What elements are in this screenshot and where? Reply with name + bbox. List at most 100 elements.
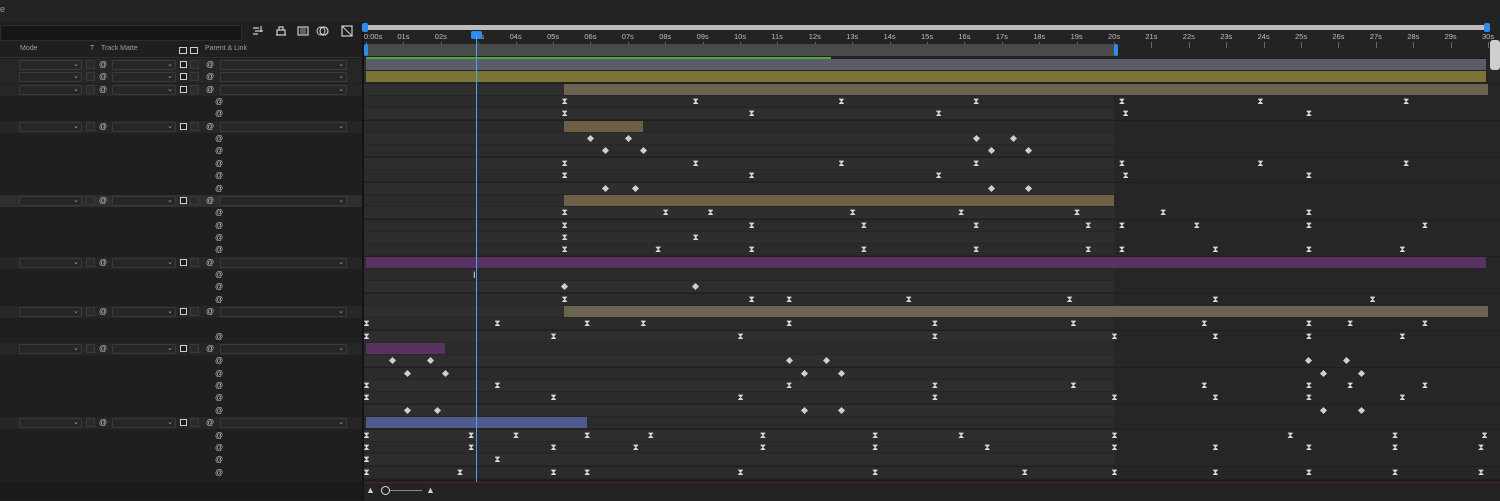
property-pickwhip-icon[interactable]: @ [215, 381, 224, 390]
property-pickwhip-icon[interactable]: @ [215, 393, 224, 402]
linear-keyframe-icon[interactable] [561, 283, 569, 291]
easy-ease-keyframe-icon[interactable]: ⧗ [1159, 207, 1168, 218]
timeline-track[interactable]: ⧗ ⧗ ⧗ ⧗ ⧗ ⧗ ⧗ [364, 157, 1500, 170]
timeline-track[interactable] [364, 83, 1500, 96]
easy-ease-keyframe-icon[interactable]: ⧗ [631, 442, 640, 453]
easy-ease-keyframe-icon[interactable]: ⧗ [1304, 380, 1313, 391]
easy-ease-keyframe-icon[interactable]: ⧗ [583, 467, 592, 478]
easy-ease-keyframe-icon[interactable]: ⧗ [1304, 442, 1313, 453]
matte-pickwhip-icon[interactable]: @ [99, 122, 108, 131]
easy-ease-keyframe-icon[interactable]: ⧗ [646, 430, 655, 441]
blend-mode-dropdown[interactable]: ⌄ [19, 257, 82, 268]
adjustment-layer-checkbox[interactable] [180, 345, 187, 353]
timeline-track[interactable] [364, 120, 1500, 133]
easy-ease-keyframe-icon[interactable]: ⧗ [972, 244, 981, 255]
linear-keyframe-icon[interactable] [972, 135, 980, 143]
easy-ease-keyframe-icon[interactable]: ⧗ [362, 454, 371, 465]
easy-ease-keyframe-icon[interactable]: ⧗ [560, 244, 569, 255]
easy-ease-keyframe-icon[interactable]: ⧗ [1420, 318, 1429, 329]
3d-layer-toggle[interactable] [190, 195, 199, 205]
parent-link-dropdown[interactable]: ⌄ [220, 121, 347, 132]
easy-ease-keyframe-icon[interactable]: ⧗ [1110, 430, 1119, 441]
track-matte-dropdown[interactable]: ⌄ [112, 195, 176, 206]
parent-pickwhip-icon[interactable]: @ [206, 85, 215, 94]
layer-search-input[interactable] [0, 25, 242, 41]
easy-ease-keyframe-icon[interactable]: ⧗ [1192, 220, 1201, 231]
adjustment-layer-checkbox[interactable] [180, 61, 187, 68]
easy-ease-keyframe-icon[interactable]: ⧗ [583, 318, 592, 329]
easy-ease-keyframe-icon[interactable]: ⧗ [1211, 467, 1220, 478]
column-header-mode[interactable]: Mode [20, 45, 38, 57]
easy-ease-keyframe-icon[interactable]: ⧗ [1211, 442, 1220, 453]
easy-ease-keyframe-icon[interactable]: ⧗ [560, 294, 569, 305]
easy-ease-keyframe-icon[interactable]: ⧗ [1402, 96, 1411, 107]
easy-ease-keyframe-icon[interactable]: ⧗ [1069, 380, 1078, 391]
parent-pickwhip-icon[interactable]: @ [206, 258, 215, 267]
timeline-track[interactable] [364, 268, 1500, 281]
timeline-track[interactable] [364, 355, 1500, 368]
easy-ease-keyframe-icon[interactable]: ⧗ [1211, 331, 1220, 342]
parent-pickwhip-icon[interactable]: @ [206, 72, 215, 81]
easy-ease-keyframe-icon[interactable]: ⧗ [1391, 467, 1400, 478]
property-pickwhip-icon[interactable]: @ [215, 369, 224, 378]
property-pickwhip-icon[interactable]: @ [215, 134, 224, 143]
layer-duration-bar[interactable] [564, 83, 1488, 95]
easy-ease-keyframe-icon[interactable]: ⧗ [467, 430, 476, 441]
timeline-track[interactable] [364, 281, 1500, 294]
easy-ease-keyframe-icon[interactable]: ⧗ [1477, 442, 1486, 453]
easy-ease-keyframe-icon[interactable]: ⧗ [1391, 442, 1400, 453]
adjustment-layer-checkbox[interactable] [180, 308, 187, 315]
track-matte-dropdown[interactable]: ⌄ [112, 60, 176, 70]
parent-link-dropdown[interactable]: ⌄ [220, 307, 347, 317]
easy-ease-keyframe-icon[interactable]: ⧗ [362, 430, 371, 441]
easy-ease-keyframe-icon[interactable]: ⧗ [1069, 318, 1078, 329]
property-pickwhip-icon[interactable]: @ [215, 109, 224, 118]
easy-ease-keyframe-icon[interactable]: ⧗ [549, 467, 558, 478]
property-pickwhip-icon[interactable]: @ [215, 282, 224, 291]
blend-mode-dropdown[interactable]: ⌄ [19, 121, 82, 132]
track-matte-dropdown[interactable]: ⌄ [112, 307, 176, 317]
linear-keyframe-icon[interactable] [434, 406, 442, 414]
track-matte-dropdown[interactable]: ⌄ [112, 418, 176, 429]
motion-blur-icon[interactable] [316, 24, 330, 38]
timeline-track[interactable] [364, 306, 1500, 318]
easy-ease-keyframe-icon[interactable]: ⧗ [1368, 294, 1377, 305]
easy-ease-keyframe-icon[interactable]: ⧗ [1402, 158, 1411, 169]
easy-ease-keyframe-icon[interactable]: ⧗ [1304, 318, 1313, 329]
easy-ease-keyframe-icon[interactable]: ⧗ [934, 108, 943, 119]
timeline-track[interactable] [364, 59, 1500, 71]
track-matte-dropdown[interactable]: ⌄ [112, 72, 176, 83]
easy-ease-keyframe-icon[interactable]: ⧗ [467, 442, 476, 453]
track-matte-dropdown[interactable]: ⌄ [112, 84, 176, 95]
timeline-track[interactable] [364, 404, 1500, 417]
easy-ease-keyframe-icon[interactable]: ⧗ [747, 170, 756, 181]
linear-keyframe-icon[interactable] [692, 283, 700, 291]
linear-keyframe-icon[interactable] [404, 406, 412, 414]
linear-keyframe-icon[interactable] [389, 357, 397, 365]
easy-ease-keyframe-icon[interactable]: ⧗ [362, 331, 371, 342]
preserve-transparency-toggle[interactable] [86, 72, 95, 82]
easy-ease-keyframe-icon[interactable]: ⧗ [1200, 318, 1209, 329]
parent-link-dropdown[interactable]: ⌄ [220, 195, 347, 206]
easy-ease-keyframe-icon[interactable]: ⧗ [1117, 96, 1126, 107]
easy-ease-keyframe-icon[interactable]: ⧗ [972, 96, 981, 107]
easy-ease-keyframe-icon[interactable]: ⧗ [848, 207, 857, 218]
timeline-track[interactable]: ⧗ ⧗ ⧗ ⧗ ⧗ ⧗ ⧗ [364, 293, 1500, 306]
easy-ease-keyframe-icon[interactable]: ⧗ [871, 442, 880, 453]
easy-ease-keyframe-icon[interactable]: ⧗ [661, 207, 670, 218]
easy-ease-keyframe-icon[interactable]: ⧗ [1480, 430, 1489, 441]
timeline-track[interactable] [364, 256, 1500, 269]
timeline-track[interactable]: ⧗ ⧗ [362, 454, 1500, 467]
easy-ease-keyframe-icon[interactable]: ⧗ [736, 467, 745, 478]
property-pickwhip-icon[interactable]: @ [215, 221, 224, 230]
property-pickwhip-icon[interactable]: @ [215, 97, 224, 106]
timeline-track[interactable]: ⧗ ⧗ ⧗ ⧗ ⧗ ⧗ ⧗ ⧗ [363, 392, 1500, 405]
parent-link-dropdown[interactable]: ⌄ [220, 257, 347, 268]
linear-keyframe-icon[interactable] [987, 147, 995, 155]
timeline-track[interactable] [364, 182, 1500, 195]
property-pickwhip-icon[interactable]: @ [215, 184, 224, 193]
parent-pickwhip-icon[interactable]: @ [206, 418, 215, 427]
column-header-track-matte[interactable]: Track Matte [101, 45, 138, 57]
easy-ease-keyframe-icon[interactable]: ⧗ [691, 158, 700, 169]
linear-keyframe-icon[interactable] [987, 184, 995, 192]
